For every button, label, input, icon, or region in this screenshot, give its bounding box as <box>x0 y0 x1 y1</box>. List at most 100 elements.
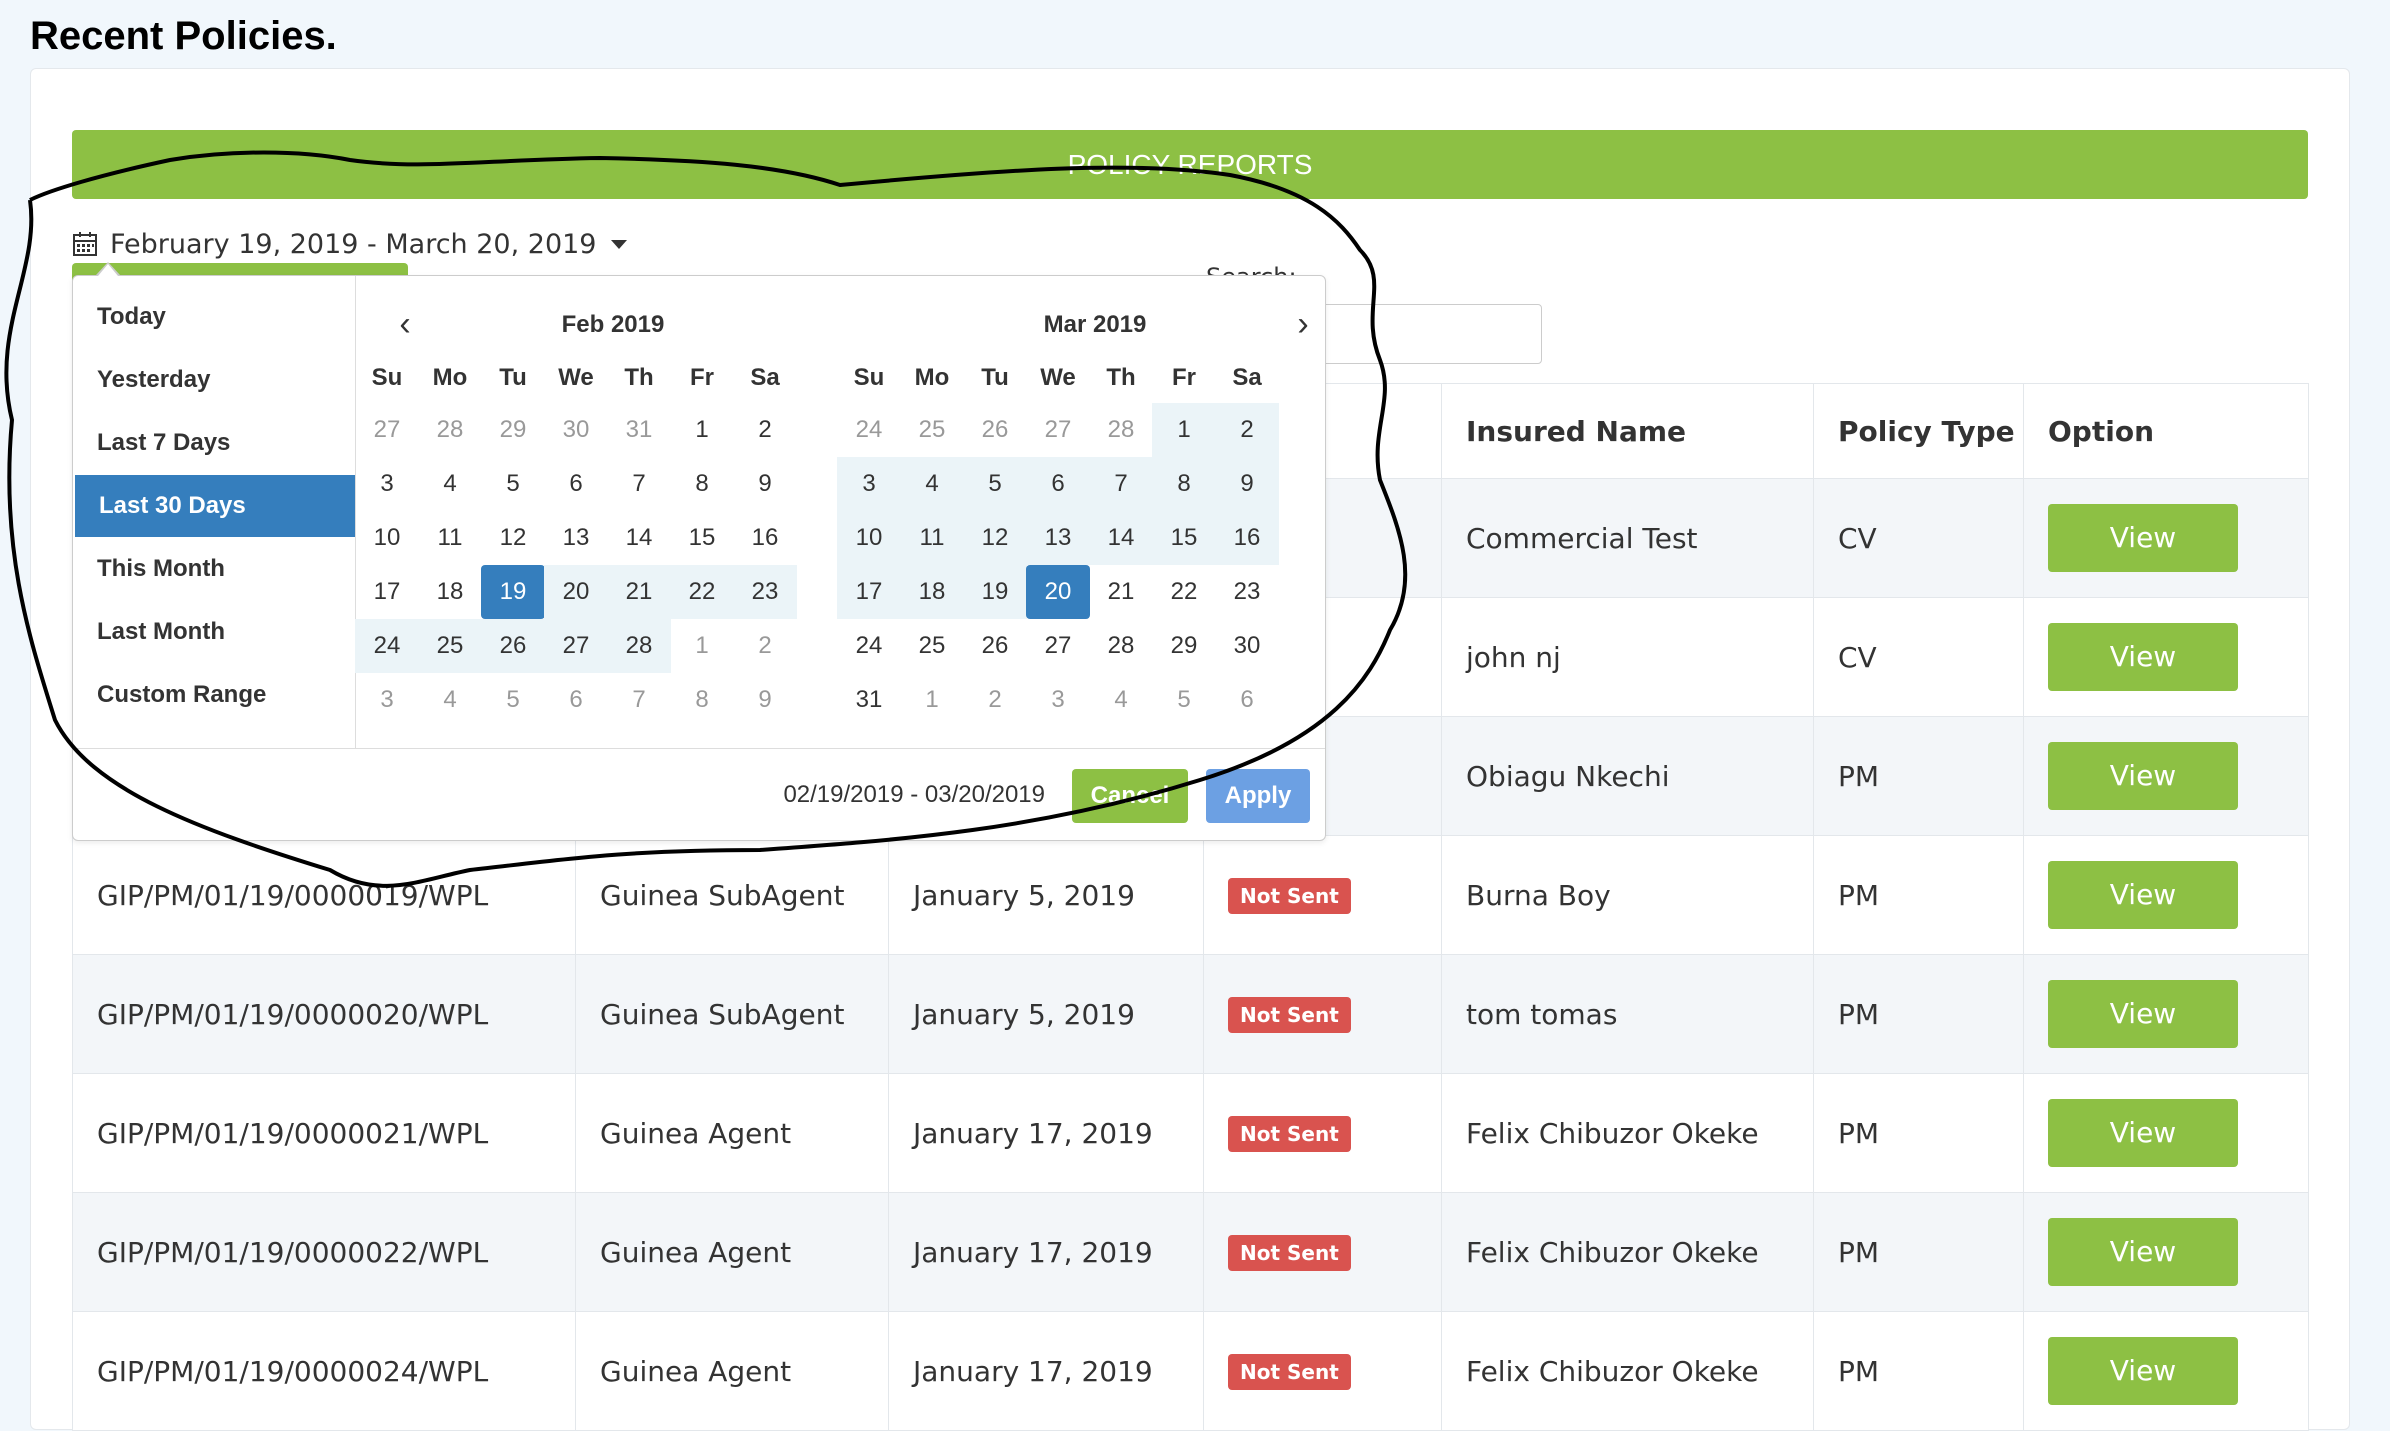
calendar-day[interactable]: 24 <box>837 619 901 673</box>
view-button[interactable]: View <box>2048 861 2238 929</box>
apply-button[interactable]: Apply <box>1206 769 1310 823</box>
calendar-day[interactable]: 12 <box>481 511 545 565</box>
calendar-day[interactable]: 22 <box>670 565 734 619</box>
calendar-day[interactable]: 8 <box>1152 457 1216 511</box>
calendar-day[interactable]: 6 <box>1215 673 1279 727</box>
calendar-day[interactable]: 4 <box>1089 673 1153 727</box>
calendar-day[interactable]: 21 <box>1089 565 1153 619</box>
view-button[interactable]: View <box>2048 742 2238 810</box>
calendar-day[interactable]: 4 <box>418 673 482 727</box>
calendar-day[interactable]: 16 <box>733 511 797 565</box>
calendar-day[interactable]: 13 <box>544 511 608 565</box>
calendar-day[interactable]: 13 <box>1026 511 1090 565</box>
calendar-day[interactable]: 3 <box>1026 673 1090 727</box>
calendar-day[interactable]: 27 <box>544 619 608 673</box>
calendar-day[interactable]: 28 <box>418 403 482 457</box>
col-policy-type[interactable]: Policy Type <box>1813 383 2024 479</box>
range-option[interactable]: Last 7 Days <box>73 412 355 474</box>
calendar-day[interactable]: 7 <box>607 457 671 511</box>
calendar-day[interactable]: 6 <box>544 673 608 727</box>
view-button[interactable]: View <box>2048 1099 2238 1167</box>
range-option[interactable]: Today <box>73 286 355 348</box>
range-option[interactable]: Yesterday <box>73 349 355 411</box>
range-option[interactable]: Last Month <box>73 601 355 663</box>
calendar-day[interactable]: 6 <box>1026 457 1090 511</box>
view-button[interactable]: View <box>2048 623 2238 691</box>
cancel-button[interactable]: Cancel <box>1072 769 1188 823</box>
calendar-day[interactable]: 27 <box>1026 619 1090 673</box>
calendar-day[interactable]: 28 <box>1089 403 1153 457</box>
calendar-day[interactable]: 9 <box>1215 457 1279 511</box>
view-button[interactable]: View <box>2048 1218 2238 1286</box>
policy-reports-bar[interactable]: POLICY REPORTS <box>72 130 2308 199</box>
calendar-day[interactable]: 30 <box>544 403 608 457</box>
calendar-day[interactable]: 23 <box>1215 565 1279 619</box>
calendar-day[interactable]: 5 <box>481 457 545 511</box>
calendar-day[interactable]: 14 <box>607 511 671 565</box>
calendar-day[interactable]: 3 <box>837 457 901 511</box>
calendar-day[interactable]: 11 <box>900 511 964 565</box>
calendar-day[interactable]: 9 <box>733 673 797 727</box>
calendar-day[interactable]: 2 <box>1215 403 1279 457</box>
calendar-day[interactable]: 28 <box>1089 619 1153 673</box>
calendar-day[interactable]: 4 <box>418 457 482 511</box>
calendar-day[interactable]: 29 <box>1152 619 1216 673</box>
calendar-day[interactable]: 2 <box>733 403 797 457</box>
calendar-day[interactable]: 5 <box>1152 673 1216 727</box>
view-button[interactable]: View <box>2048 1337 2238 1405</box>
col-insured-name[interactable]: Insured Name <box>1441 383 1814 479</box>
calendar-day[interactable]: 1 <box>670 403 734 457</box>
calendar-day[interactable]: 24 <box>837 403 901 457</box>
calendar-day[interactable]: 15 <box>1152 511 1216 565</box>
calendar-day[interactable]: 22 <box>1152 565 1216 619</box>
calendar-day[interactable]: 27 <box>1026 403 1090 457</box>
calendar-day[interactable]: 19 <box>963 565 1027 619</box>
calendar-day[interactable]: 5 <box>481 673 545 727</box>
calendar-day[interactable]: 5 <box>963 457 1027 511</box>
range-option[interactable]: Last 30 Days <box>75 475 355 537</box>
calendar-day[interactable]: 26 <box>481 619 545 673</box>
calendar-day[interactable]: 17 <box>837 565 901 619</box>
col-option[interactable]: Option <box>2023 383 2309 479</box>
calendar-day[interactable]: 1 <box>670 619 734 673</box>
calendar-day[interactable]: 2 <box>733 619 797 673</box>
calendar-day[interactable]: 7 <box>1089 457 1153 511</box>
calendar-day[interactable]: 25 <box>900 619 964 673</box>
calendar-day[interactable]: 4 <box>900 457 964 511</box>
calendar-day[interactable]: 6 <box>544 457 608 511</box>
calendar-day[interactable]: 17 <box>355 565 419 619</box>
calendar-day[interactable]: 8 <box>670 673 734 727</box>
calendar-day[interactable]: 20 <box>1026 565 1090 619</box>
view-button[interactable]: View <box>2048 504 2238 572</box>
calendar-day[interactable]: 11 <box>418 511 482 565</box>
calendar-day[interactable]: 31 <box>607 403 671 457</box>
calendar-day[interactable]: 26 <box>963 619 1027 673</box>
calendar-day[interactable]: 25 <box>900 403 964 457</box>
calendar-day[interactable]: 18 <box>418 565 482 619</box>
search-input[interactable] <box>1320 304 1542 364</box>
range-option[interactable]: This Month <box>73 538 355 600</box>
calendar-day[interactable]: 28 <box>607 619 671 673</box>
calendar-day[interactable]: 3 <box>355 673 419 727</box>
calendar-day[interactable]: 2 <box>963 673 1027 727</box>
calendar-day[interactable]: 15 <box>670 511 734 565</box>
calendar-day[interactable]: 10 <box>355 511 419 565</box>
calendar-day[interactable]: 30 <box>1215 619 1279 673</box>
calendar-day[interactable]: 19 <box>481 565 545 619</box>
calendar-day[interactable]: 25 <box>418 619 482 673</box>
range-option[interactable]: Custom Range <box>73 664 355 726</box>
calendar-day[interactable]: 31 <box>837 673 901 727</box>
calendar-day[interactable]: 21 <box>607 565 671 619</box>
calendar-day[interactable]: 18 <box>900 565 964 619</box>
calendar-day[interactable]: 29 <box>481 403 545 457</box>
calendar-day[interactable]: 12 <box>963 511 1027 565</box>
calendar-day[interactable]: 27 <box>355 403 419 457</box>
calendar-day[interactable]: 7 <box>607 673 671 727</box>
calendar-day[interactable]: 23 <box>733 565 797 619</box>
calendar-day[interactable]: 1 <box>1152 403 1216 457</box>
calendar-day[interactable]: 24 <box>355 619 419 673</box>
calendar-day[interactable]: 14 <box>1089 511 1153 565</box>
calendar-day[interactable]: 26 <box>963 403 1027 457</box>
calendar-day[interactable]: 10 <box>837 511 901 565</box>
calendar-day[interactable]: 16 <box>1215 511 1279 565</box>
